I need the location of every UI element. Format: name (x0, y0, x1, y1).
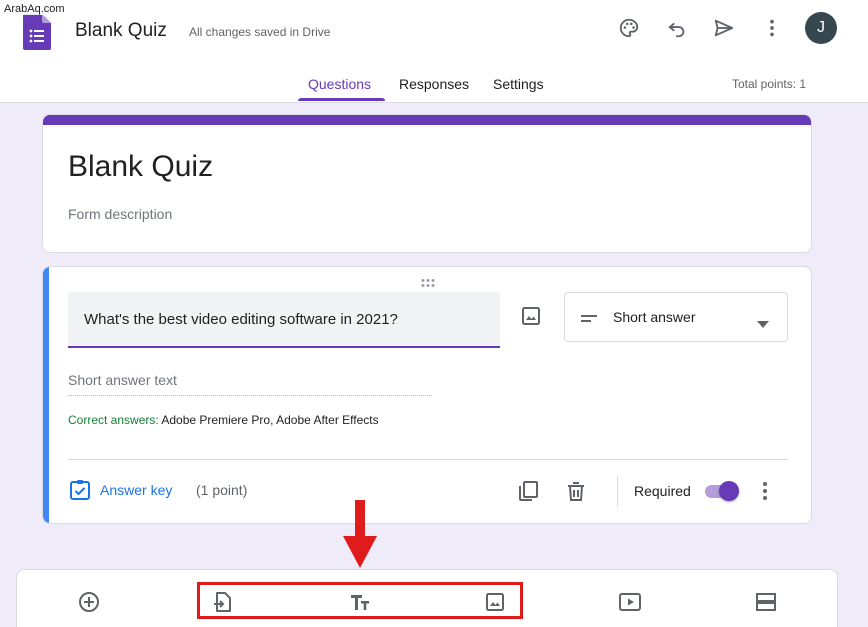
image-icon[interactable] (519, 304, 543, 328)
answer-key-button[interactable]: Answer key (68, 478, 172, 502)
accent-band (43, 115, 811, 125)
form-title-card[interactable]: Blank Quiz Form description (42, 114, 812, 253)
save-status: All changes saved in Drive (189, 25, 331, 39)
palette-icon[interactable] (615, 14, 643, 42)
question-type-label: Short answer (613, 309, 696, 325)
divider (68, 459, 788, 460)
correct-answers-line: Correct answers: Adobe Premiere Pro, Ado… (68, 413, 379, 427)
question-type-select[interactable]: Short answer (564, 292, 788, 342)
undo-icon[interactable] (663, 14, 691, 42)
caret-down-icon (757, 315, 769, 328)
add-section-icon[interactable] (754, 590, 778, 614)
duplicate-icon[interactable] (516, 479, 540, 503)
avatar[interactable]: J (805, 12, 837, 44)
active-tab-indicator (298, 98, 385, 101)
delete-icon[interactable] (564, 479, 588, 503)
annotation-highlight-box (197, 582, 523, 619)
add-circle-icon[interactable] (77, 590, 101, 614)
active-card-indicator (43, 267, 49, 523)
document-title[interactable]: Blank Quiz (75, 20, 167, 42)
points-label: (1 point) (196, 482, 248, 498)
app-header: Blank Quiz All changes saved in Drive J … (0, 0, 868, 103)
toggle-knob (719, 481, 739, 501)
question-card[interactable]: What's the best video editing software i… (42, 266, 812, 524)
answer-key-icon (70, 480, 90, 500)
question-more-vert-icon[interactable] (753, 479, 777, 503)
video-icon[interactable] (618, 590, 642, 614)
correct-answers-values: Adobe Premiere Pro, Adobe After Effects (161, 413, 379, 427)
required-toggle[interactable] (703, 480, 741, 502)
answer-key-label: Answer key (100, 482, 173, 498)
divider (617, 475, 618, 507)
drag-handle-icon[interactable] (420, 275, 436, 287)
tab-settings[interactable]: Settings (493, 76, 544, 92)
correct-answers-label: Correct answers: (68, 413, 159, 427)
question-input[interactable]: What's the best video editing software i… (68, 292, 500, 348)
required-label: Required (634, 483, 691, 499)
google-forms-logo-icon[interactable] (23, 14, 51, 50)
form-description-field[interactable]: Form description (68, 206, 172, 222)
annotation-arrow (343, 500, 377, 568)
question-text: What's the best video editing software i… (84, 311, 398, 328)
short-answer-placeholder: Short answer text (68, 372, 432, 396)
more-vert-icon[interactable] (758, 14, 786, 42)
short-answer-icon (581, 312, 597, 324)
form-title[interactable]: Blank Quiz (68, 150, 213, 184)
tab-responses[interactable]: Responses (399, 76, 469, 92)
total-points: Total points: 1 (732, 77, 807, 91)
watermark: ArabAq.com (2, 3, 67, 15)
tab-questions[interactable]: Questions (308, 76, 371, 92)
send-icon[interactable] (710, 14, 738, 42)
